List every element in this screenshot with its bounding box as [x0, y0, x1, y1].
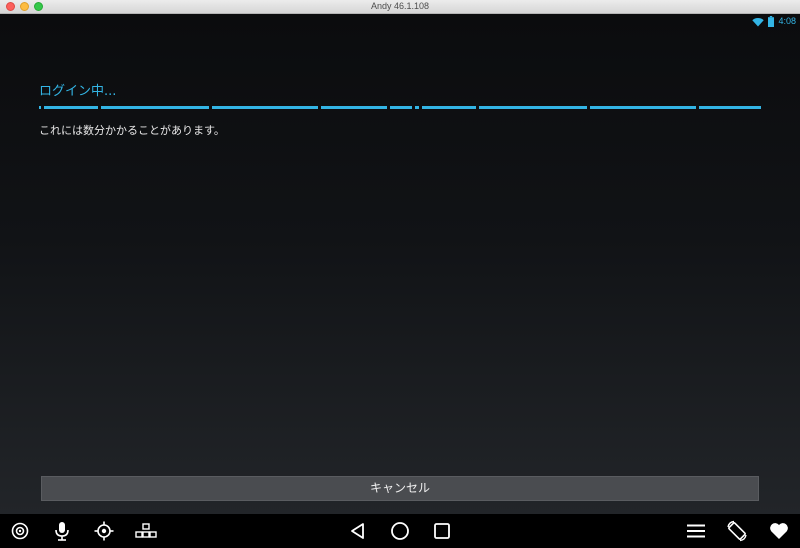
andy-emulator-window: Andy 46.1.108 4:08 ログイン中... これには数分かかることが…	[0, 0, 800, 548]
progress-segment	[44, 106, 98, 109]
indeterminate-progress-bar	[39, 106, 761, 109]
battery-icon	[768, 12, 775, 31]
progress-segment	[590, 106, 696, 109]
recent-apps-icon[interactable]	[425, 514, 459, 548]
window-title: Andy 46.1.108	[370, 1, 430, 11]
microphone-icon[interactable]	[45, 514, 79, 548]
progress-segment	[212, 106, 318, 109]
dialog-title: ログイン中...	[39, 84, 117, 99]
cancel-button[interactable]: キャンセル	[41, 476, 759, 501]
progress-segment	[415, 106, 419, 109]
progress-segment	[321, 106, 387, 109]
gps-location-icon[interactable]	[3, 514, 37, 548]
back-icon[interactable]	[341, 514, 375, 548]
status-icons: 4:08	[752, 15, 796, 27]
home-icon[interactable]	[383, 514, 417, 548]
rotate-screen-icon[interactable]	[720, 514, 754, 548]
dialog-message: これには数分かかることがあります。	[39, 124, 225, 137]
progress-segment	[390, 106, 412, 109]
progress-segment	[39, 106, 41, 109]
heart-icon[interactable]	[762, 514, 796, 548]
keyboard-mapping-icon[interactable]	[129, 514, 163, 548]
android-screen: 4:08 ログイン中... これには数分かかることがあります。 キャンセル	[0, 14, 800, 514]
android-status-bar: 4:08	[0, 14, 800, 28]
progress-segment	[699, 106, 761, 109]
progress-segment	[101, 106, 209, 109]
window-titlebar: Andy 46.1.108	[0, 0, 800, 14]
wifi-icon	[752, 12, 765, 31]
progress-segment	[422, 106, 476, 109]
status-clock: 4:08	[778, 16, 796, 26]
progress-segment	[479, 106, 587, 109]
android-navigation-bar	[0, 514, 800, 548]
target-crosshair-icon[interactable]	[87, 514, 121, 548]
menu-icon[interactable]	[679, 514, 713, 548]
